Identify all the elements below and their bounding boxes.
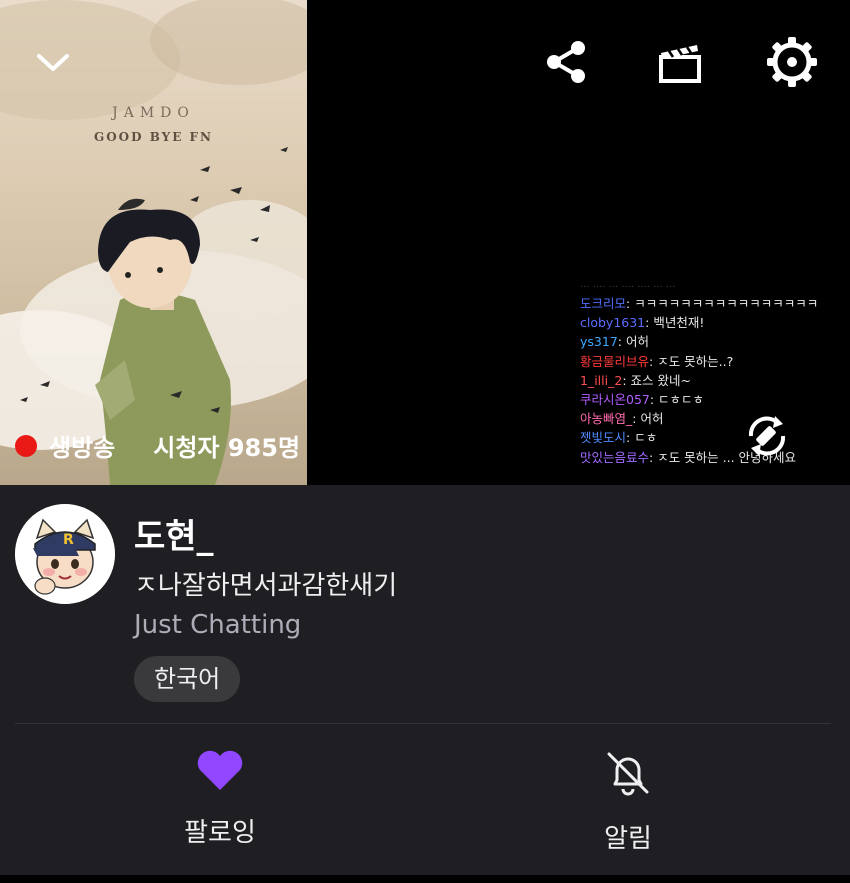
clip-button[interactable] bbox=[652, 34, 708, 90]
channel-info-panel: R 도현_ ㅈ나잘하면서과감한새기 Just Chatting 한국어 팔로잉 … bbox=[0, 485, 850, 883]
chat-username[interactable]: cloby1631 bbox=[580, 315, 645, 330]
chat-separator: : bbox=[649, 449, 658, 465]
chat-message: 황금물리브유: ㅈ도 못하는..? bbox=[580, 352, 842, 371]
chat-message: 도크리모: ㅋㅋㅋㅋㅋㅋㅋㅋㅋㅋㅋㅋㅋㅋㅋㅋ bbox=[580, 294, 842, 313]
chat-message: 젯빛도시: ㄷㅎ bbox=[580, 428, 842, 447]
collapse-button[interactable] bbox=[28, 40, 78, 86]
video-player[interactable]: JAMDO GOOD BYE FN ··· ···· ··· ···· ····… bbox=[0, 0, 850, 485]
chat-message: cloby1631: 백년천재! bbox=[580, 313, 842, 332]
chat-separator: : bbox=[622, 372, 631, 388]
chat-text: ㅋㅋㅋㅋㅋㅋㅋㅋㅋㅋㅋㅋㅋㅋㅋㅋ bbox=[634, 296, 819, 311]
viewer-count: 시청자 985명 bbox=[153, 434, 301, 462]
rotate-screen-icon bbox=[748, 416, 786, 456]
chat-username[interactable]: 맛있는음료수 bbox=[580, 450, 649, 465]
chat-username[interactable]: 황금물리브유 bbox=[580, 354, 649, 369]
language-tag[interactable]: 한국어 bbox=[134, 656, 241, 702]
notification-label: 알림 bbox=[604, 824, 652, 854]
follow-label: 팔로잉 bbox=[184, 818, 256, 848]
chat-message: 아농빠염_: 어허 bbox=[580, 409, 842, 428]
chat-username[interactable]: ys317 bbox=[580, 334, 618, 349]
channel-name[interactable]: 도현_ bbox=[134, 509, 214, 558]
live-dot bbox=[15, 434, 37, 457]
notification-button[interactable]: 알림 bbox=[528, 748, 728, 855]
live-label: 생방송 bbox=[49, 434, 116, 462]
artwork-brand-text: JAMDO bbox=[112, 105, 195, 121]
chat-message: 맛있는음료수: ㅈ도 못하는 ... 안녕하세요 bbox=[580, 448, 842, 467]
system-nav-bar bbox=[0, 875, 850, 883]
chat-text: 백년천재! bbox=[653, 315, 705, 331]
chat-text: ㄷㅎㄷㅎ bbox=[658, 392, 705, 408]
chat-text: 죠스 왔네~ bbox=[630, 372, 691, 388]
chat-text: 어허 bbox=[625, 334, 649, 350]
bell-off-icon bbox=[607, 752, 649, 796]
chat-separator: : bbox=[626, 430, 635, 446]
chat-username[interactable]: 도크리모 bbox=[580, 296, 626, 311]
gear-icon bbox=[767, 37, 817, 87]
chat-username[interactable]: 1_illi_2 bbox=[580, 373, 622, 388]
chat-message: 쿠라시온057: ㄷㅎㄷㅎ bbox=[580, 390, 842, 409]
svg-text:R: R bbox=[63, 532, 74, 548]
avatar-illustration: R bbox=[15, 504, 115, 604]
share-button[interactable] bbox=[538, 34, 594, 90]
stream-title: ㅈ나잘하면서과감한새기 bbox=[134, 571, 398, 601]
chat-username[interactable]: 젯빛도시 bbox=[580, 430, 626, 445]
chat-username[interactable]: 쿠라시온057 bbox=[580, 392, 650, 407]
chat-message: 1_illi_2: 죠스 왔네~ bbox=[580, 371, 842, 390]
chat-text: 어허 bbox=[640, 411, 664, 427]
artwork-subtitle-text: GOOD BYE FN bbox=[93, 130, 214, 144]
chat-faded-line: ··· ···· ··· ···· ···· ··· ··· bbox=[580, 282, 676, 293]
heart-icon bbox=[197, 750, 243, 790]
chat-text: ㄷㅎ bbox=[634, 430, 658, 446]
chat-separator: : bbox=[649, 392, 659, 408]
chat-separator: : bbox=[649, 353, 658, 369]
live-status: 생방송 시청자 985명 bbox=[15, 428, 300, 463]
chat-separator: : bbox=[617, 334, 626, 350]
chat-message: ys317: 어허 bbox=[580, 332, 842, 351]
share-icon bbox=[547, 41, 585, 83]
follow-button[interactable]: 팔로잉 bbox=[120, 748, 320, 849]
chat-username[interactable]: 아농빠염_ bbox=[580, 411, 632, 426]
clip-icon bbox=[659, 45, 701, 83]
avatar[interactable]: R bbox=[15, 504, 115, 604]
settings-button[interactable] bbox=[764, 34, 820, 90]
chevron-down-icon bbox=[37, 54, 69, 71]
rotate-button[interactable] bbox=[738, 407, 796, 465]
chat-text: ㅈ도 못하는..? bbox=[657, 353, 734, 369]
chat-separator: : bbox=[626, 296, 635, 311]
chat-overlay: ··· ···· ··· ···· ···· ··· ··· 도크리모: ㅋㅋㅋ… bbox=[580, 282, 842, 467]
divider bbox=[15, 723, 831, 724]
stream-category[interactable]: Just Chatting bbox=[134, 610, 301, 640]
